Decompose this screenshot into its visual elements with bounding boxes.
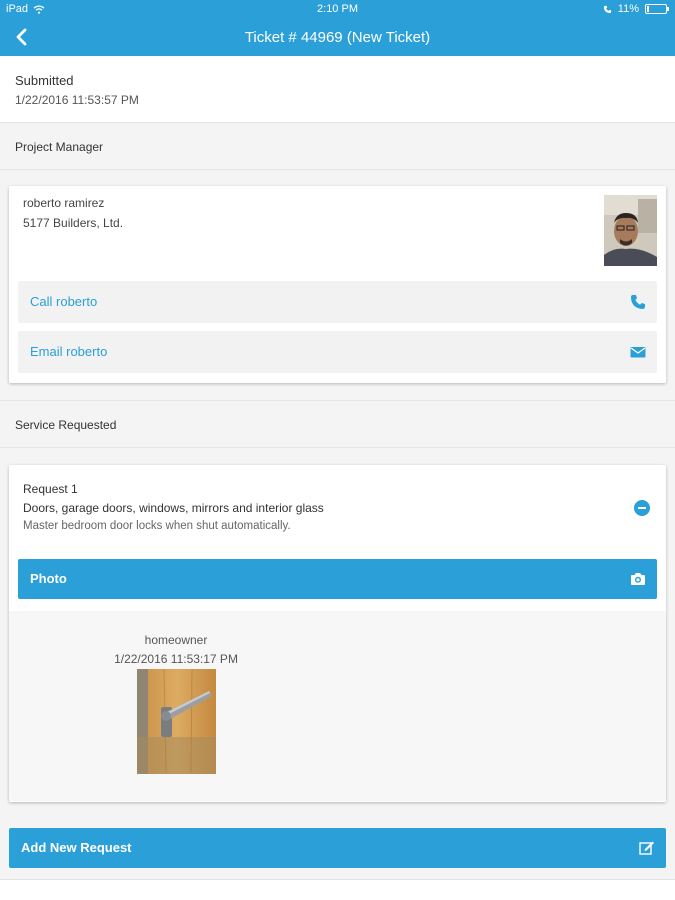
- pm-company: 5177 Builders, Ltd.: [23, 216, 124, 230]
- photo-button-label: Photo: [30, 571, 67, 586]
- call-status-icon: [603, 5, 611, 13]
- photo-date: 1/22/2016 11:53:17 PM: [114, 652, 238, 666]
- project-manager-header: Project Manager: [0, 122, 675, 170]
- service-requested-header-label: Service Requested: [15, 418, 117, 432]
- pm-avatar: [604, 195, 657, 266]
- request-category: Doors, garage doors, windows, mirrors an…: [23, 501, 324, 515]
- page-title: Ticket # 44969 (New Ticket): [244, 29, 431, 46]
- photo-button[interactable]: Photo: [18, 559, 657, 599]
- call-button-label: Call roberto: [30, 294, 98, 309]
- battery-percent: 11%: [617, 3, 639, 15]
- submitted-value: 1/22/2016 11:53:57 PM: [15, 93, 139, 107]
- nav-bar: Ticket # 44969 (New Ticket): [0, 18, 675, 56]
- project-manager-header-label: Project Manager: [15, 140, 104, 154]
- status-right: 11%: [603, 3, 669, 15]
- status-bar: iPad 2:10 PM 11%: [0, 0, 675, 18]
- submitted-label: Submitted: [15, 73, 74, 88]
- divider: [0, 879, 675, 880]
- service-area: Request 1 Doors, garage doors, windows, …: [0, 448, 675, 880]
- project-manager-area: roberto ramirez 5177 Builders, Ltd. Call…: [0, 170, 675, 400]
- service-requested-header: Service Requested: [0, 400, 675, 448]
- email-button[interactable]: Email roberto: [18, 331, 657, 373]
- remove-request-button[interactable]: [634, 500, 650, 516]
- add-new-request-button[interactable]: Add New Request: [9, 828, 666, 868]
- call-button[interactable]: Call roberto: [18, 281, 657, 323]
- photo-owner: homeowner: [144, 633, 208, 647]
- photo-gallery: homeowner 1/22/2016 11:53:17 PM: [9, 611, 666, 801]
- phone-icon: [629, 293, 647, 311]
- camera-icon: [629, 570, 647, 588]
- pm-name: roberto ramirez: [23, 196, 105, 210]
- envelope-icon: [629, 343, 647, 361]
- submitted-section: Submitted 1/22/2016 11:53:57 PM: [0, 56, 675, 122]
- email-button-label: Email roberto: [30, 344, 108, 359]
- add-new-request-label: Add New Request: [21, 840, 132, 855]
- status-time: 2:10 PM: [317, 3, 358, 15]
- edit-icon: [638, 839, 656, 857]
- request-description: Master bedroom door locks when shut auto…: [23, 520, 291, 532]
- request-title: Request 1: [23, 482, 78, 496]
- battery-icon: [645, 4, 669, 14]
- photo-thumbnail[interactable]: [137, 669, 216, 774]
- project-manager-card: roberto ramirez 5177 Builders, Ltd. Call…: [9, 186, 666, 383]
- request-card: Request 1 Doors, garage doors, windows, …: [9, 465, 666, 802]
